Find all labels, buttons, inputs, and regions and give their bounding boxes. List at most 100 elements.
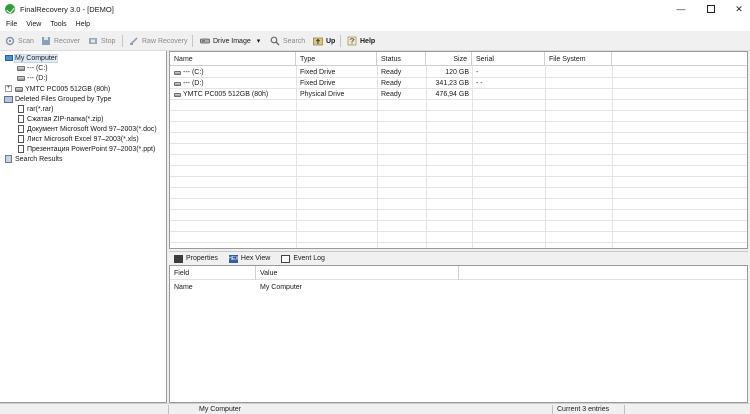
column-header-value[interactable]: Value — [256, 266, 459, 280]
column-header-size[interactable]: Size — [426, 52, 472, 66]
stop-button[interactable]: Stop — [88, 34, 115, 48]
tree-item-label: Лист Microsoft Excel 97–2003(*.xls) — [27, 135, 139, 143]
cell-name-text: YMTC PC005 512GB (80h) — [183, 91, 269, 98]
cell-status: Ready — [381, 91, 402, 98]
search-results-icon — [4, 155, 13, 163]
toolbar-divider — [122, 35, 123, 47]
tree-item-label: Search Results — [15, 155, 63, 163]
table-row-empty — [170, 111, 747, 122]
column-header-status[interactable]: Status — [377, 52, 426, 66]
status-divider — [168, 405, 169, 414]
detail-tabs: Properties HEX Hex View Event Log — [169, 251, 748, 265]
menu-view[interactable]: View — [23, 21, 44, 28]
maximize-icon — [707, 5, 715, 13]
menu-help[interactable]: Help — [73, 21, 93, 28]
raw-recovery-button[interactable]: Raw Recovery — [129, 34, 188, 48]
file-icon — [16, 135, 25, 143]
window-title: FinalRecovery 3.0 - [DEMO] — [20, 4, 114, 14]
cell-name: --- (C:) — [170, 67, 296, 78]
tree-item-drive-d[interactable]: --- (D:) — [16, 73, 48, 83]
cell-name: YMTC PC005 512GB (80h) — [170, 89, 296, 100]
tree-item-label: --- (C:) — [27, 64, 48, 72]
search-button[interactable]: Search — [270, 34, 305, 48]
tree-item-physical-drive[interactable]: YMTC PC005 512GB (80h) — [14, 84, 110, 94]
status-divider — [552, 405, 553, 414]
chevron-down-icon[interactable]: ▾ — [257, 37, 261, 45]
tree-item-file-type[interactable]: Лист Microsoft Excel 97–2003(*.xls) — [16, 134, 139, 144]
tree-item-search-results[interactable]: Search Results — [4, 154, 62, 164]
expand-toggle[interactable]: + — [5, 85, 12, 92]
maximize-button[interactable] — [697, 0, 725, 18]
drive-image-button[interactable]: Drive Image ▾ — [200, 34, 260, 48]
column-header-name[interactable]: Name — [170, 52, 296, 66]
menu-tools[interactable]: Tools — [47, 21, 69, 28]
column-header-field[interactable]: Field — [170, 266, 256, 280]
navigation-tree: My Computer --- (C:) --- (D:) + YMTC PC0… — [0, 51, 167, 403]
app-logo-icon — [5, 4, 15, 14]
search-label: Search — [283, 37, 306, 45]
tree-item-drive-c[interactable]: --- (C:) — [16, 63, 48, 73]
status-entry-count: Current 3 entries — [557, 406, 610, 413]
table-row-empty — [170, 210, 747, 221]
column-header-type[interactable]: Type — [296, 52, 377, 66]
drive-list: Name Type Status Size Serial File System… — [169, 51, 748, 249]
properties-header: Field Value — [170, 266, 747, 280]
tree-item-file-type[interactable]: Документ Microsoft Word 97–2003(*.doc) — [16, 124, 157, 134]
drive-image-label: Drive Image — [213, 37, 251, 45]
raw-recovery-icon — [129, 36, 139, 46]
table-row-empty — [170, 221, 747, 232]
table-row[interactable]: --- (C:) Fixed Drive Ready 120 GB - — [170, 67, 747, 78]
toolbar-divider — [192, 35, 193, 47]
up-label: Up — [326, 37, 336, 45]
table-row[interactable]: --- (D:) Fixed Drive Ready 341,23 GB - - — [170, 78, 747, 89]
drive-icon — [174, 92, 181, 97]
status-bar: My Computer Current 3 entries — [0, 403, 750, 414]
property-field: Name — [174, 283, 193, 291]
table-row-empty — [170, 188, 747, 199]
file-icon — [16, 115, 25, 123]
tree-item-file-type[interactable]: Презентация PowerPoint 97–2003(*.ppt) — [16, 144, 155, 154]
property-value: My Computer — [260, 283, 303, 291]
tree-item-label: Deleted Files Grouped by Type — [15, 95, 112, 103]
folder-up-icon — [313, 36, 323, 46]
scan-button[interactable]: Scan — [5, 34, 34, 48]
cell-file-system — [545, 67, 612, 78]
tree-item-label: YMTC PC005 512GB (80h) — [25, 85, 111, 93]
minimize-button[interactable]: — — [667, 0, 695, 18]
cell-serial: - — [476, 69, 479, 76]
property-row[interactable]: Name My Computer — [170, 281, 747, 293]
menu-file[interactable]: File — [3, 21, 20, 28]
cell-name-text: --- (D:) — [183, 80, 204, 87]
hex-icon: HEX — [228, 254, 239, 263]
file-icon — [16, 105, 25, 113]
tree-item-label: My Computer — [13, 53, 59, 63]
file-icon — [16, 125, 25, 133]
tab-properties[interactable]: Properties — [174, 254, 218, 263]
tree-item-label: Документ Microsoft Word 97–2003(*.doc) — [27, 125, 157, 133]
raw-recovery-label: Raw Recovery — [142, 37, 188, 45]
cell-size: 476,94 GB — [435, 91, 469, 98]
search-icon — [270, 36, 280, 46]
tree-item-label: --- (D:) — [27, 74, 48, 82]
cell-type: Fixed Drive — [300, 80, 336, 87]
stop-icon — [88, 36, 98, 46]
toolbar: Scan Recover Stop Raw Recovery Drive Ima… — [0, 31, 750, 51]
table-row[interactable]: YMTC PC005 512GB (80h) Physical Drive Re… — [170, 89, 747, 100]
tab-event-log[interactable]: Event Log — [281, 254, 325, 263]
up-button[interactable]: Up — [313, 34, 335, 48]
stop-label: Stop — [101, 37, 116, 45]
help-button[interactable]: Help — [347, 34, 375, 48]
tree-item-deleted-files[interactable]: Deleted Files Grouped by Type — [4, 94, 111, 104]
column-header-file-system[interactable]: File System — [545, 52, 612, 66]
folder-group-icon — [4, 95, 13, 103]
close-button[interactable]: ✕ — [725, 0, 750, 18]
tree-item-my-computer[interactable]: My Computer — [4, 53, 59, 63]
tree-item-file-type[interactable]: rar(*.rar) — [16, 104, 53, 114]
help-label: Help — [360, 37, 376, 45]
tree-item-file-type[interactable]: Сжатая ZIP-папка(*.zip) — [16, 114, 103, 124]
drive-list-header: Name Type Status Size Serial File System — [170, 52, 747, 66]
column-header-serial[interactable]: Serial — [472, 52, 545, 66]
cell-file-system — [545, 89, 612, 100]
recover-button[interactable]: Recover — [41, 34, 80, 48]
tab-hex-view[interactable]: HEX Hex View — [228, 254, 270, 263]
